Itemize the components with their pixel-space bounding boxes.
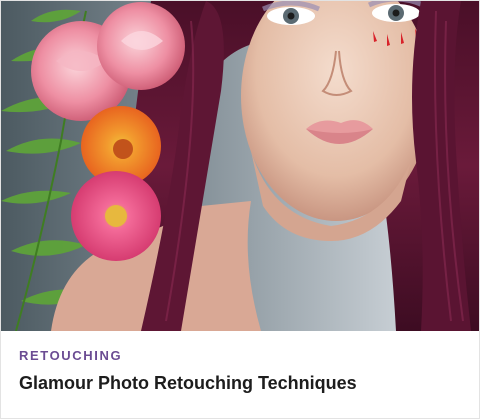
article-meta: RETOUCHING Glamour Photo Retouching Tech… <box>1 331 479 418</box>
portrait-photo <box>1 1 479 331</box>
category-link[interactable]: RETOUCHING <box>19 348 122 363</box>
article-card[interactable]: RETOUCHING Glamour Photo Retouching Tech… <box>0 0 480 419</box>
article-thumbnail[interactable] <box>1 1 479 331</box>
article-title[interactable]: Glamour Photo Retouching Techniques <box>19 373 357 394</box>
